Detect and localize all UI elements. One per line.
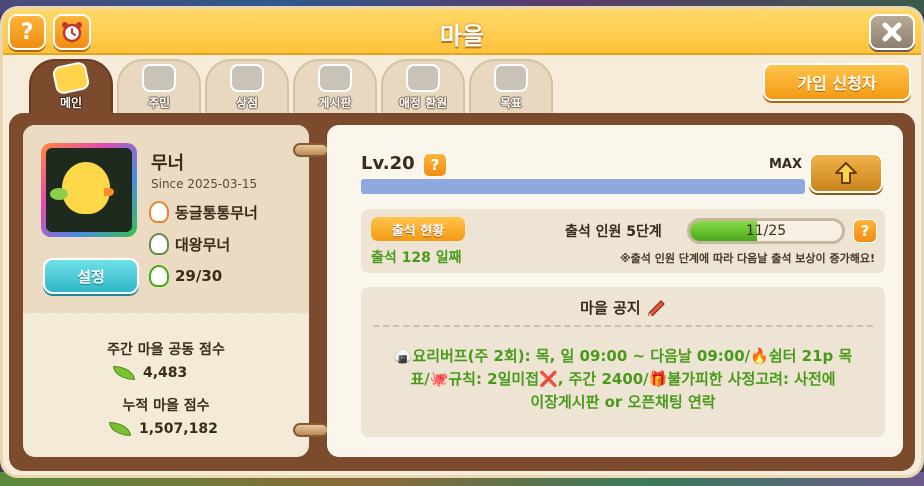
divider <box>373 325 873 327</box>
settings-button[interactable]: 설정 <box>43 258 139 294</box>
level-max-label: MAX <box>769 157 803 172</box>
attendance-progress-bar: 11/25 <box>687 218 845 244</box>
tab-board[interactable]: 게시판 <box>293 59 377 115</box>
attendance-help-button[interactable]: ? <box>853 219 877 243</box>
notice-line: 🍙요리버프(주 2회): 목, 일 09:00 ~ 다음날 09:00/🔥쉼터 … <box>393 347 853 365</box>
binder-ring-bottom <box>293 423 329 437</box>
village-level: Lv.20 <box>361 153 415 174</box>
notice-line: 이장게시판 or 오픈채팅 연락 <box>530 393 716 411</box>
weekly-score-title: 주간 마을 공동 점수 <box>107 342 225 358</box>
leaf-icon <box>113 366 135 380</box>
village-window: ? 마을 메인 주민 상점 게시판 애정 환원 목표 가입 신청자 무너 Sin… <box>0 6 924 478</box>
tab-goals[interactable]: 목표 <box>469 59 553 115</box>
main-board: 무너 Since 2025-03-15 동글통통무너 대왕무너 29/30 설정… <box>9 113 915 471</box>
chief-badge-icon <box>149 233 169 255</box>
notice-body: 🍙요리버프(주 2회): 목, 일 09:00 ~ 다음날 09:00/🔥쉼터 … <box>379 345 867 414</box>
level-up-button[interactable] <box>809 153 883 193</box>
members-icon <box>149 265 169 287</box>
notice-line: 표/🐙규칙: 2일미접❌, 주간 2400/🎁불가피한 사정고려: 사전에 <box>410 370 836 388</box>
weekly-score-value: 4,483 <box>143 365 188 381</box>
tab-main[interactable]: 메인 <box>29 59 113 115</box>
window-header: ? 마을 <box>3 9 921 55</box>
binder-ring-top <box>293 143 329 157</box>
leaf-shape <box>50 188 68 200</box>
level-help-button[interactable]: ? <box>423 153 447 177</box>
leaf-icon <box>109 422 131 436</box>
arrow-up-icon <box>835 162 857 184</box>
role-text: 동글통통무너 <box>175 203 258 222</box>
notice-title: 마을 공지 <box>361 297 885 318</box>
attendance-count: 11/25 <box>745 223 787 239</box>
house-icon <box>51 60 91 96</box>
attendance-note: ※출석 인원 단계에 따라 다음날 출석 보상이 증가해요! <box>619 252 875 265</box>
attendance-status-button[interactable]: 출석 현황 <box>371 217 465 241</box>
tab-label: 애정 환원 <box>398 96 448 110</box>
rank-badge-icon <box>149 201 169 223</box>
village-notice: 마을 공지 🍙요리버프(주 2회): 목, 일 09:00 ~ 다음날 09:0… <box>361 287 885 437</box>
shop-icon <box>230 64 264 92</box>
village-info-panel: Lv.20 ? MAX 출석 현황 출석 128 일째 출석 인원 5단계 11… <box>327 125 903 457</box>
tab-bar: 메인 주민 상점 게시판 애정 환원 목표 <box>29 59 553 115</box>
tab-label: 주민 <box>147 96 171 110</box>
role-row: 대왕무너 <box>149 233 230 255</box>
help-icon: ? <box>860 222 870 240</box>
tab-label: 게시판 <box>318 96 352 110</box>
tab-label: 목표 <box>499 96 523 110</box>
level-progress-bar <box>361 179 805 194</box>
star-icon <box>494 64 528 92</box>
nickname: 무너 <box>151 153 185 174</box>
avatar[interactable] <box>41 143 137 237</box>
close-icon <box>882 22 902 42</box>
member-count: 29/30 <box>175 267 223 285</box>
member-count-row: 29/30 <box>149 265 222 287</box>
role-text: 대왕무너 <box>175 235 231 254</box>
close-button[interactable] <box>869 14 915 50</box>
applicants-button[interactable]: 가입 신청자 <box>763 63 911 101</box>
chick-character-icon <box>62 162 110 214</box>
tab-label: 메인 <box>59 96 83 110</box>
tab-label: 상점 <box>235 96 259 110</box>
join-date: Since 2025-03-15 <box>151 177 258 191</box>
weekly-score-row: 4,483 <box>113 365 187 381</box>
attendance-days: 출석 128 일째 <box>371 250 462 266</box>
total-score-title: 누적 마을 점수 <box>122 398 210 414</box>
profile-panel: 무너 Since 2025-03-15 동글통통무너 대왕무너 29/30 설정… <box>23 125 309 457</box>
tab-shop[interactable]: 상점 <box>205 59 289 115</box>
total-score-value: 1,507,182 <box>139 421 218 437</box>
tab-residents[interactable]: 주민 <box>117 59 201 115</box>
total-score-row: 1,507,182 <box>109 421 218 437</box>
attendance-stage-label: 출석 인원 5단계 <box>565 224 662 240</box>
page-title: 마을 <box>439 22 485 50</box>
beak-shape <box>104 188 114 196</box>
help-icon: ? <box>430 156 440 174</box>
tab-affection-return[interactable]: 애정 환원 <box>381 59 465 115</box>
board-icon <box>318 64 352 92</box>
pencil-icon[interactable] <box>646 298 666 317</box>
attendance-box: 출석 현황 출석 128 일째 출석 인원 5단계 11/25 ? ※출석 인원… <box>361 209 885 273</box>
role-row: 동글통통무너 <box>149 201 258 223</box>
resident-icon <box>142 64 176 92</box>
heart-icon <box>406 64 440 92</box>
